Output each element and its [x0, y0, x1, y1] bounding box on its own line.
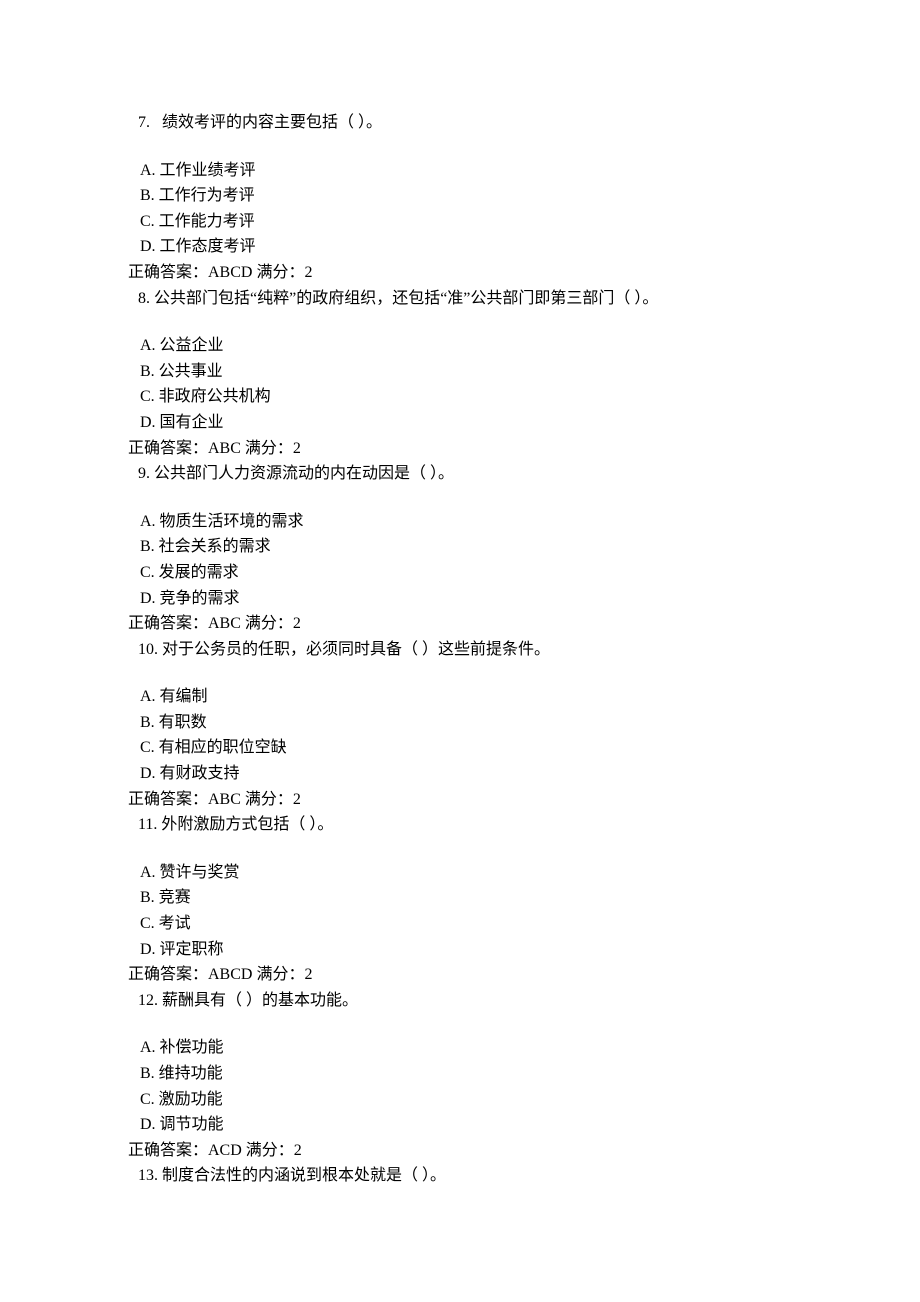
question-8: A. 公益企业 B. 公共事业 C. 非政府公共机构 D. 国有企业 正确答案：… [128, 333, 800, 487]
next-question-stem: 10. 对于公务员的任职，必须同时具备（ ）这些前提条件。 [128, 637, 800, 663]
next-question-stem: 12. 薪酬具有（ ）的基本功能。 [128, 988, 800, 1014]
next-question-stem: 13. 制度合法性的内涵说到根本处就是（ ）。 [128, 1163, 800, 1189]
options: A. 物质生活环境的需求 B. 社会关系的需求 C. 发展的需求 D. 竞争的需… [128, 509, 800, 611]
option-c: C. 非政府公共机构 [140, 384, 800, 410]
options: A. 工作业绩考评 B. 工作行为考评 C. 工作能力考评 D. 工作态度考评 [128, 158, 800, 260]
question-12: A. 补偿功能 B. 维持功能 C. 激励功能 D. 调节功能 正确答案：ACD… [128, 1035, 800, 1189]
options: A. 补偿功能 B. 维持功能 C. 激励功能 D. 调节功能 [128, 1035, 800, 1137]
option-d: D. 调节功能 [140, 1112, 800, 1138]
question-11: A. 赞许与奖赏 B. 竞赛 C. 考试 D. 评定职称 正确答案：ABCD 满… [128, 860, 800, 1014]
option-b: B. 社会关系的需求 [140, 534, 800, 560]
question-number: 7. [138, 114, 150, 131]
option-d: D. 工作态度考评 [140, 234, 800, 260]
options: A. 有编制 B. 有职数 C. 有相应的职位空缺 D. 有财政支持 [128, 684, 800, 786]
option-b: B. 公共事业 [140, 359, 800, 385]
option-b: B. 工作行为考评 [140, 183, 800, 209]
option-a: A. 赞许与奖赏 [140, 860, 800, 886]
question-text: 绩效考评的内容主要包括（ ）。 [162, 114, 382, 131]
option-d: D. 有财政支持 [140, 761, 800, 787]
next-question-stem: 8. 公共部门包括“纯粹”的政府组织，还包括“准”公共部门即第三部门（ ）。 [128, 286, 800, 312]
option-a: A. 补偿功能 [140, 1035, 800, 1061]
option-a: A. 有编制 [140, 684, 800, 710]
option-d: D. 国有企业 [140, 410, 800, 436]
option-c: C. 考试 [140, 911, 800, 937]
option-d: D. 评定职称 [140, 937, 800, 963]
options: A. 公益企业 B. 公共事业 C. 非政府公共机构 D. 国有企业 [128, 333, 800, 435]
question-9: A. 物质生活环境的需求 B. 社会关系的需求 C. 发展的需求 D. 竞争的需… [128, 509, 800, 663]
answer: 正确答案：ABC 满分：2 [128, 611, 800, 637]
option-b: B. 有职数 [140, 710, 800, 736]
option-c: C. 工作能力考评 [140, 209, 800, 235]
answer: 正确答案：ABCD 满分：2 [128, 260, 800, 286]
question-10: A. 有编制 B. 有职数 C. 有相应的职位空缺 D. 有财政支持 正确答案：… [128, 684, 800, 838]
question-7: 7. 绩效考评的内容主要包括（ ）。 A. 工作业绩考评 B. 工作行为考评 C… [128, 110, 800, 311]
answer: 正确答案：ABC 满分：2 [128, 787, 800, 813]
option-a: A. 公益企业 [140, 333, 800, 359]
answer: 正确答案：ABCD 满分：2 [128, 962, 800, 988]
option-d: D. 竞争的需求 [140, 586, 800, 612]
option-c: C. 发展的需求 [140, 560, 800, 586]
options: A. 赞许与奖赏 B. 竞赛 C. 考试 D. 评定职称 [128, 860, 800, 962]
option-a: A. 物质生活环境的需求 [140, 509, 800, 535]
question-stem: 7. 绩效考评的内容主要包括（ ）。 [128, 110, 800, 136]
option-c: C. 激励功能 [140, 1087, 800, 1113]
option-b: B. 维持功能 [140, 1061, 800, 1087]
next-question-stem: 9. 公共部门人力资源流动的内在动因是（ ）。 [128, 461, 800, 487]
option-c: C. 有相应的职位空缺 [140, 735, 800, 761]
option-a: A. 工作业绩考评 [140, 158, 800, 184]
answer: 正确答案：ACD 满分：2 [128, 1138, 800, 1164]
answer: 正确答案：ABC 满分：2 [128, 436, 800, 462]
option-b: B. 竞赛 [140, 885, 800, 911]
next-question-stem: 11. 外附激励方式包括（ ）。 [128, 812, 800, 838]
